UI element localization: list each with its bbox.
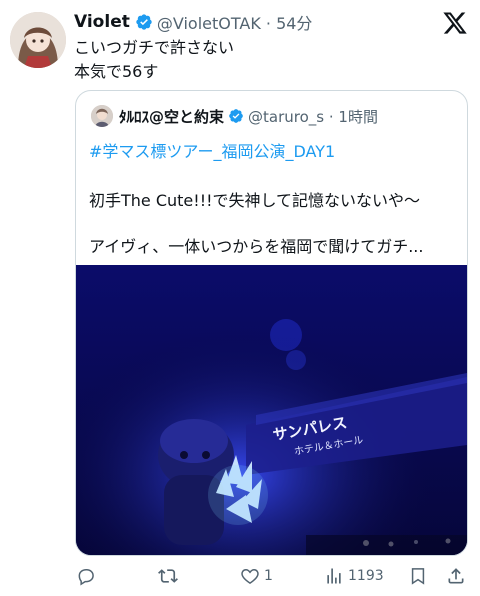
views-button[interactable]: 1193 bbox=[324, 566, 384, 586]
tweet-text: こいつガチで許さない 本気で56す bbox=[74, 36, 464, 84]
like-icon bbox=[241, 568, 259, 584]
reply-button[interactable] bbox=[76, 566, 100, 586]
quoted-hashtag-link[interactable]: #学マス標ツアー_福岡公演_DAY1 bbox=[89, 138, 335, 162]
quoted-photo[interactable]: サンパレス ホテル＆ホール bbox=[76, 265, 467, 555]
quoted-text-line: 初手The Cute!!!で失神して記憶ないないや〜 bbox=[89, 191, 421, 210]
tweet-text-line: 本気で56す bbox=[74, 62, 159, 81]
bookmark-button[interactable] bbox=[408, 566, 428, 586]
quoted-author-handle-time: @taruro_s · 1時間 bbox=[248, 107, 378, 126]
quoted-text-line: アイヴィ、一体いつからを福岡で聞けてガチ... bbox=[89, 237, 424, 256]
tweet-actions: 1 1193 bbox=[0, 560, 480, 594]
bookmark-icon bbox=[411, 568, 425, 585]
author-avatar[interactable] bbox=[10, 12, 66, 68]
like-button[interactable]: 1 bbox=[240, 566, 273, 586]
tweet-header: Violet @VioletOTAK · 54分 bbox=[74, 10, 480, 34]
author-display-name[interactable]: Violet bbox=[74, 12, 130, 32]
quoted-tweet[interactable]: ﾀﾙﾛｽ@空と約束 @taruro_s · 1時間 #学マス標ツアー_福岡公演_… bbox=[75, 90, 468, 556]
retweet-button[interactable] bbox=[158, 566, 182, 586]
quoted-tweet-header: ﾀﾙﾛｽ@空と約束 @taruro_s · 1時間 bbox=[91, 105, 378, 127]
verified-icon bbox=[135, 13, 153, 31]
verified-icon bbox=[228, 108, 244, 124]
share-button[interactable] bbox=[446, 566, 466, 586]
share-icon bbox=[448, 568, 464, 584]
like-count: 1 bbox=[264, 568, 273, 584]
reply-icon bbox=[78, 569, 94, 586]
views-count: 1193 bbox=[348, 568, 384, 584]
retweet-icon bbox=[158, 569, 178, 583]
x-logo-icon[interactable] bbox=[442, 10, 468, 36]
author-handle-time[interactable]: @VioletOTAK · 54分 bbox=[157, 10, 313, 34]
avatar-image bbox=[10, 12, 66, 68]
views-icon bbox=[327, 568, 341, 584]
tweet-text-line: こいつガチで許さない bbox=[74, 38, 235, 57]
quoted-author-display-name: ﾀﾙﾛｽ@空と約束 bbox=[119, 107, 225, 126]
quoted-author-avatar bbox=[91, 105, 113, 127]
